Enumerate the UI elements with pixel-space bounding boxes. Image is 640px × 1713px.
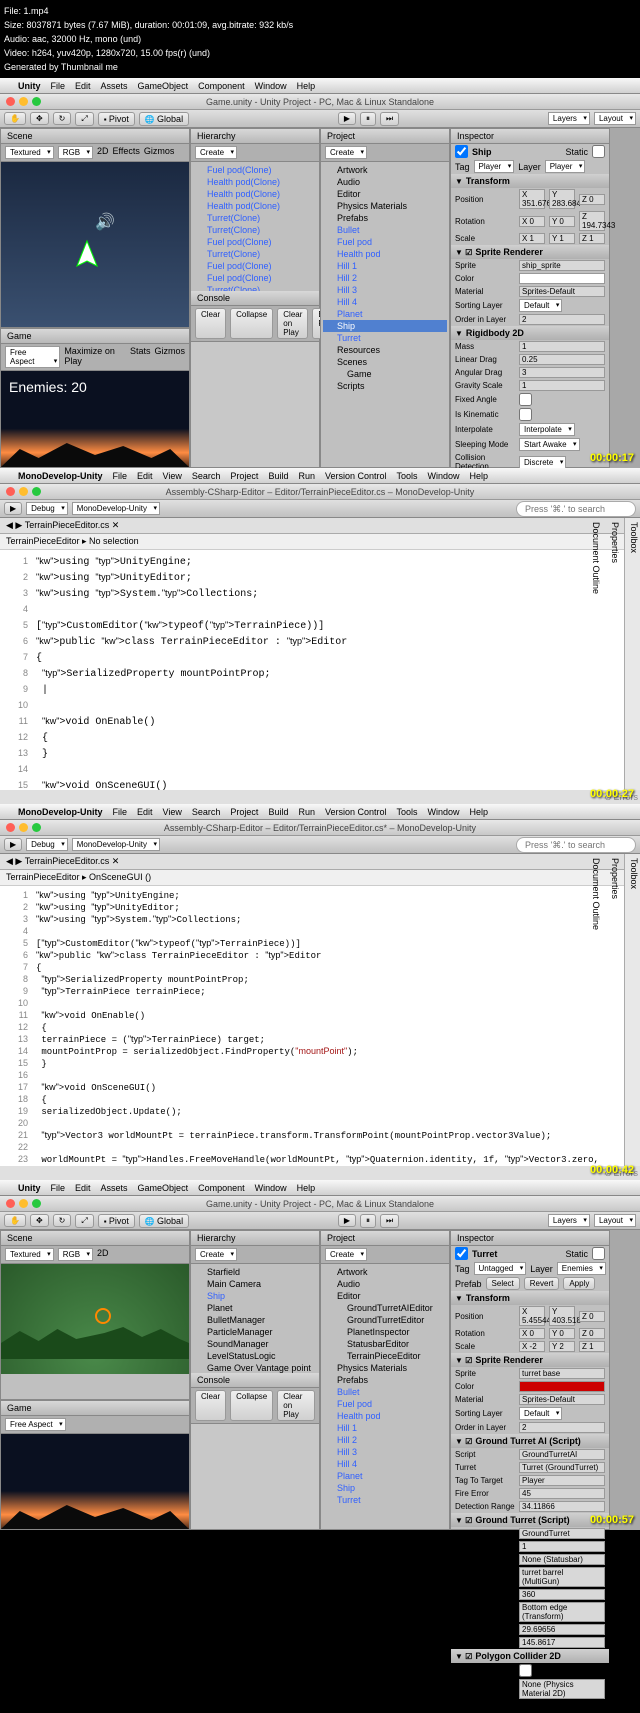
frame-1-unity: Unity FileEdit AssetsGameObject Componen… [0,78,640,468]
game-view[interactable]: Enemies: 20 [1,371,189,467]
file-tab[interactable]: ◀ ▶ TerrainPieceEditor.cs ✕ [6,520,119,531]
frame-3-monodevelop: MonoDevelop-Unity FileEdit ViewSearch Pr… [0,804,640,1180]
layers-dropdown[interactable]: Layers [548,112,590,125]
speaker-icon: 🔊 [95,212,115,232]
sidebar-tabs[interactable]: Toolbox Properties Document Outline [624,518,640,790]
layout-dropdown[interactable]: Layout [594,112,636,125]
code-editor[interactable]: 1"kw">using "typ">UnityEngine;2"kw">usin… [0,886,624,1166]
project-list[interactable]: Artwork Audio Editor Physics Materials P… [321,162,449,467]
window-title: Game.unity - Unity Project - PC, Mac & L… [0,94,640,110]
project-tab[interactable]: Project [321,129,449,144]
run-button[interactable]: ▶ [4,502,22,515]
hand-tool-icon[interactable]: ✋ [4,112,26,125]
search-input[interactable] [516,501,636,517]
unity-toolbar[interactable]: ✋ ✥ ↻ ⤢ ▪ Pivot 🌐 Global ▶ ⏸ ⏭ Layers La… [0,110,640,128]
scene-tab[interactable]: Scene [1,129,189,144]
pivot-button[interactable]: ▪ Pivot [98,112,135,126]
move-tool-icon[interactable]: ✥ [30,112,49,125]
play-button[interactable]: ▶ [338,112,356,125]
file-info-header: File: 1.mp4 Size: 8037871 bytes (7.67 Mi… [0,0,640,78]
scene-view[interactable] [1,1264,189,1374]
scale-tool-icon[interactable]: ⤢ [75,112,93,126]
global-button[interactable]: 🌐 Global [139,112,189,126]
pause-button[interactable]: ⏸ [360,112,376,126]
hierarchy-tab[interactable]: Hierarchy [191,129,319,144]
breadcrumb[interactable]: TerrainPieceEditor ▸ No selection [0,534,624,550]
hierarchy-list[interactable]: Fuel pod(Clone) Health pod(Clone) Health… [191,162,319,291]
step-button[interactable]: ⏭ [380,112,399,126]
enemies-label: Enemies: 20 [9,379,87,395]
console-tab[interactable]: Console [191,291,319,306]
mac-menubar[interactable]: MonoDevelop-Unity FileEdit ViewSearch Pr… [0,468,640,484]
inspector-panel[interactable]: Inspector ShipStatic TagPlayerLayerPlaye… [450,128,610,468]
code-editor[interactable]: 1"kw">using "typ">UnityEngine;2"kw">usin… [0,550,624,790]
mac-menubar[interactable]: Unity FileEdit AssetsGameObject Componen… [0,78,640,94]
game-tab[interactable]: Game [1,329,189,344]
scene-view[interactable]: 🔊 [1,162,189,327]
timestamp: 00:00:17 [590,452,634,464]
frame-4-unity: Unity FileEdit AssetsGameObject Componen… [0,1180,640,1530]
window-title: Assembly-CSharp-Editor – Editor/TerrainP… [0,484,640,500]
timestamp: 00:00:27 [590,788,634,800]
rotate-tool-icon[interactable]: ↻ [53,112,72,125]
mac-menubar[interactable]: MonoDevelop-Unity FileEdit ViewSearch Pr… [0,804,640,820]
frame-2-monodevelop: MonoDevelop-Unity FileEdit ViewSearch Pr… [0,468,640,804]
